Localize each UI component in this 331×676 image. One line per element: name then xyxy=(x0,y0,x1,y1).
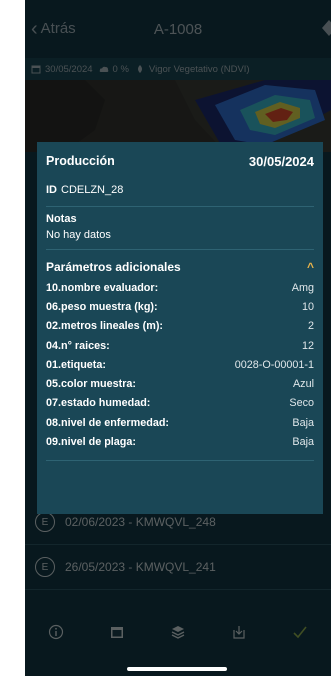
param-key: 01.etiqueta: xyxy=(46,358,106,371)
param-key: 10.nombre evaluador: xyxy=(46,281,159,294)
list-item-label: 02/06/2023 - KMWQVL_248 xyxy=(65,515,216,529)
param-value: Amg xyxy=(291,281,314,294)
divider xyxy=(46,459,314,461)
param-key: 07.estado humedad: xyxy=(46,397,151,410)
divider xyxy=(46,206,314,207)
param-value: 10 xyxy=(301,300,314,313)
list-item-badge: E xyxy=(35,557,55,577)
leaf-icon xyxy=(135,64,145,74)
list-item-badge: E xyxy=(35,512,55,532)
param-row: 01.etiqueta: 0028-O-00001-1 xyxy=(37,355,323,374)
list-item[interactable]: E 26/05/2023 - KMWQVL_241 xyxy=(25,545,331,590)
param-row: 06.peso muestra (kg): 10 xyxy=(37,297,323,316)
param-key: 06.peso muestra (kg): xyxy=(46,300,158,313)
cloud-icon xyxy=(99,64,109,74)
popup-section-title: Producción xyxy=(46,154,115,168)
calendar-icon[interactable] xyxy=(108,623,126,641)
param-value: Azul xyxy=(292,378,314,391)
check-icon[interactable] xyxy=(291,623,309,641)
param-key: 08.nivel de enfermedad: xyxy=(46,416,170,429)
info-bar: 30/05/2024 0 % Vigor Vegetativo (NDVI) xyxy=(25,58,331,80)
param-row: 09.nivel de plaga: Baja xyxy=(37,432,323,451)
info-icon[interactable] xyxy=(47,623,65,641)
page-title: A-1008 xyxy=(153,21,203,38)
production-detail-popup: Producción 30/05/2024 ID CDELZN_28 Notas… xyxy=(37,142,323,514)
param-row: 07.estado humedad: Seco xyxy=(37,394,323,413)
notes-value: No hay datos xyxy=(46,229,111,241)
popup-id-row: ID CDELZN_28 xyxy=(37,180,323,200)
param-row: 08.nivel de enfermedad: Baja xyxy=(37,413,323,432)
calendar-icon xyxy=(31,64,41,74)
param-value: 0028-O-00001-1 xyxy=(234,358,314,371)
navigate-icon[interactable] xyxy=(321,18,331,38)
popup-date: 30/05/2024 xyxy=(248,153,314,169)
download-icon[interactable] xyxy=(230,623,248,641)
phone-screen: ‹ Atrás A-1008 30/05/2024 0 % Vigor Vege… xyxy=(25,0,331,676)
params-title: Parámetros adicionales xyxy=(46,260,181,274)
param-value: Baja xyxy=(292,416,314,429)
param-value: 2 xyxy=(307,320,314,333)
param-value: Baja xyxy=(292,436,314,449)
param-key: 05.color muestra: xyxy=(46,378,137,391)
top-nav-bar: ‹ Atrás A-1008 xyxy=(25,0,331,58)
list-item-label: 26/05/2023 - KMWQVL_241 xyxy=(65,560,216,574)
divider xyxy=(46,249,314,250)
info-date: 30/05/2024 xyxy=(45,63,93,75)
param-row: 05.color muestra: Azul xyxy=(37,374,323,393)
param-key: 02.metros lineales (m): xyxy=(46,320,164,333)
notes-title: Notas xyxy=(46,213,77,225)
param-row: 04.n° raices: 12 xyxy=(37,336,323,355)
param-row: 02.metros lineales (m): 2 xyxy=(37,317,323,336)
home-indicator[interactable] xyxy=(127,667,227,671)
param-key: 09.nivel de plaga: xyxy=(46,436,137,449)
popup-id-label: ID xyxy=(46,184,57,196)
info-layer[interactable]: Vigor Vegetativo (NDVI) xyxy=(149,64,250,75)
popup-id-value: CDELZN_28 xyxy=(61,184,124,196)
params-header[interactable]: Parámetros adicionales ^ xyxy=(37,260,323,274)
bottom-toolbar xyxy=(25,612,331,652)
info-cloud: 0 % xyxy=(112,63,129,75)
param-value: Seco xyxy=(289,397,314,410)
param-value: 12 xyxy=(301,339,314,352)
param-key: 04.n° raices: xyxy=(46,339,110,352)
popup-header: Producción 30/05/2024 xyxy=(37,142,323,180)
param-row: 10.nombre evaluador: Amg xyxy=(37,278,323,297)
layers-icon[interactable] xyxy=(169,623,187,641)
chevron-up-icon[interactable]: ^ xyxy=(307,260,314,274)
